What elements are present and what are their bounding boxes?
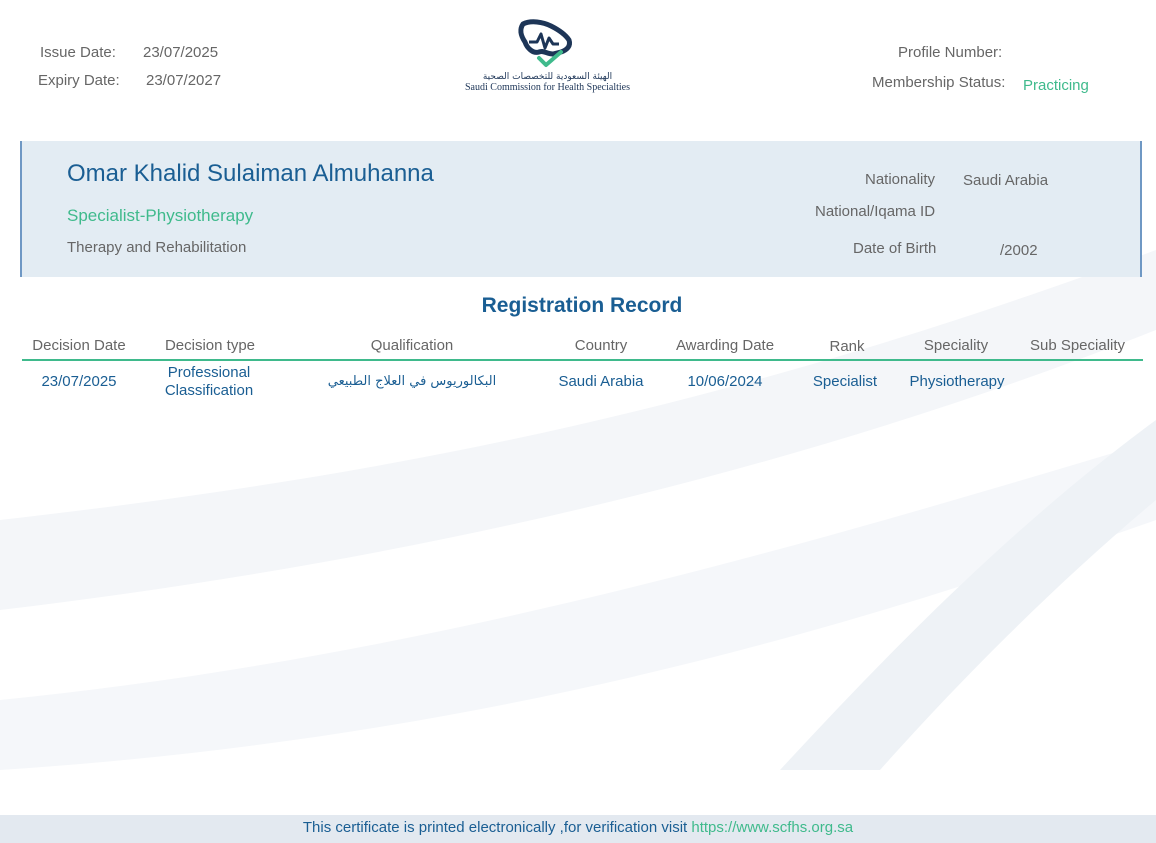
cell-country: Saudi Arabia — [558, 373, 644, 390]
col-qualification: Qualification — [370, 337, 454, 354]
verification-link[interactable]: https://www.scfhs.org.sa — [691, 819, 853, 836]
expiry-date-value: 23/07/2027 — [146, 72, 222, 89]
col-country: Country — [574, 337, 628, 354]
cell-decision-type-line1: Professional — [167, 364, 251, 381]
issue-date-label: Issue Date: — [40, 44, 116, 61]
dob-value: /2002 — [1000, 242, 1038, 259]
col-awarding-date: Awarding Date — [675, 337, 775, 354]
scfhs-logo: الهيئة السعودية للتخصصات الصحية Saudi Co… — [455, 18, 640, 100]
profile-number-label: Profile Number: — [898, 44, 1003, 61]
membership-status-label: Membership Status: — [872, 74, 1006, 91]
registration-record-title: Registration Record — [481, 294, 683, 317]
logo-english-text: Saudi Commission for Health Specialties — [465, 82, 630, 93]
dob-label: Date of Birth — [853, 240, 937, 257]
nationality-label: Nationality — [865, 171, 936, 188]
cell-awarding-date: 10/06/2024 — [687, 373, 763, 390]
holder-department: Therapy and Rehabilitation — [67, 239, 247, 256]
table-header-divider — [22, 359, 1143, 361]
cell-speciality: Physiotherapy — [909, 373, 1005, 390]
cell-decision-type-line2: Classification — [164, 382, 254, 399]
profile-card: Omar Khalid Sulaiman Almuhanna Specialis… — [20, 141, 1142, 277]
footer-text: This certificate is printed electronical… — [302, 819, 688, 836]
holder-title: Specialist-Physiotherapy — [67, 206, 254, 225]
issue-date-value: 23/07/2025 — [143, 44, 219, 61]
nationality-value: Saudi Arabia — [963, 172, 1049, 189]
col-decision-date: Decision Date — [32, 337, 126, 354]
cell-decision-date: 23/07/2025 — [41, 373, 117, 390]
membership-status-value: Practicing — [1023, 77, 1089, 94]
background-swoosh — [0, 250, 1156, 770]
logo-arabic-text: الهيئة السعودية للتخصصات الصحية — [482, 72, 613, 82]
col-rank: Rank — [829, 338, 865, 355]
holder-name: Omar Khalid Sulaiman Almuhanna — [67, 160, 434, 187]
col-decision-type: Decision type — [164, 337, 256, 354]
cell-rank: Specialist — [812, 373, 878, 390]
verification-footer: This certificate is printed electronical… — [0, 815, 1156, 843]
expiry-date-label: Expiry Date: — [38, 72, 120, 89]
saudi-map-heartbeat-icon — [517, 19, 572, 67]
col-sub-speciality: Sub Speciality — [1029, 337, 1126, 354]
national-id-label: National/Iqama ID — [815, 203, 936, 220]
col-speciality: Speciality — [923, 337, 989, 354]
cell-qualification: البكالوريوس في العلاج الطبيعي — [327, 374, 497, 389]
